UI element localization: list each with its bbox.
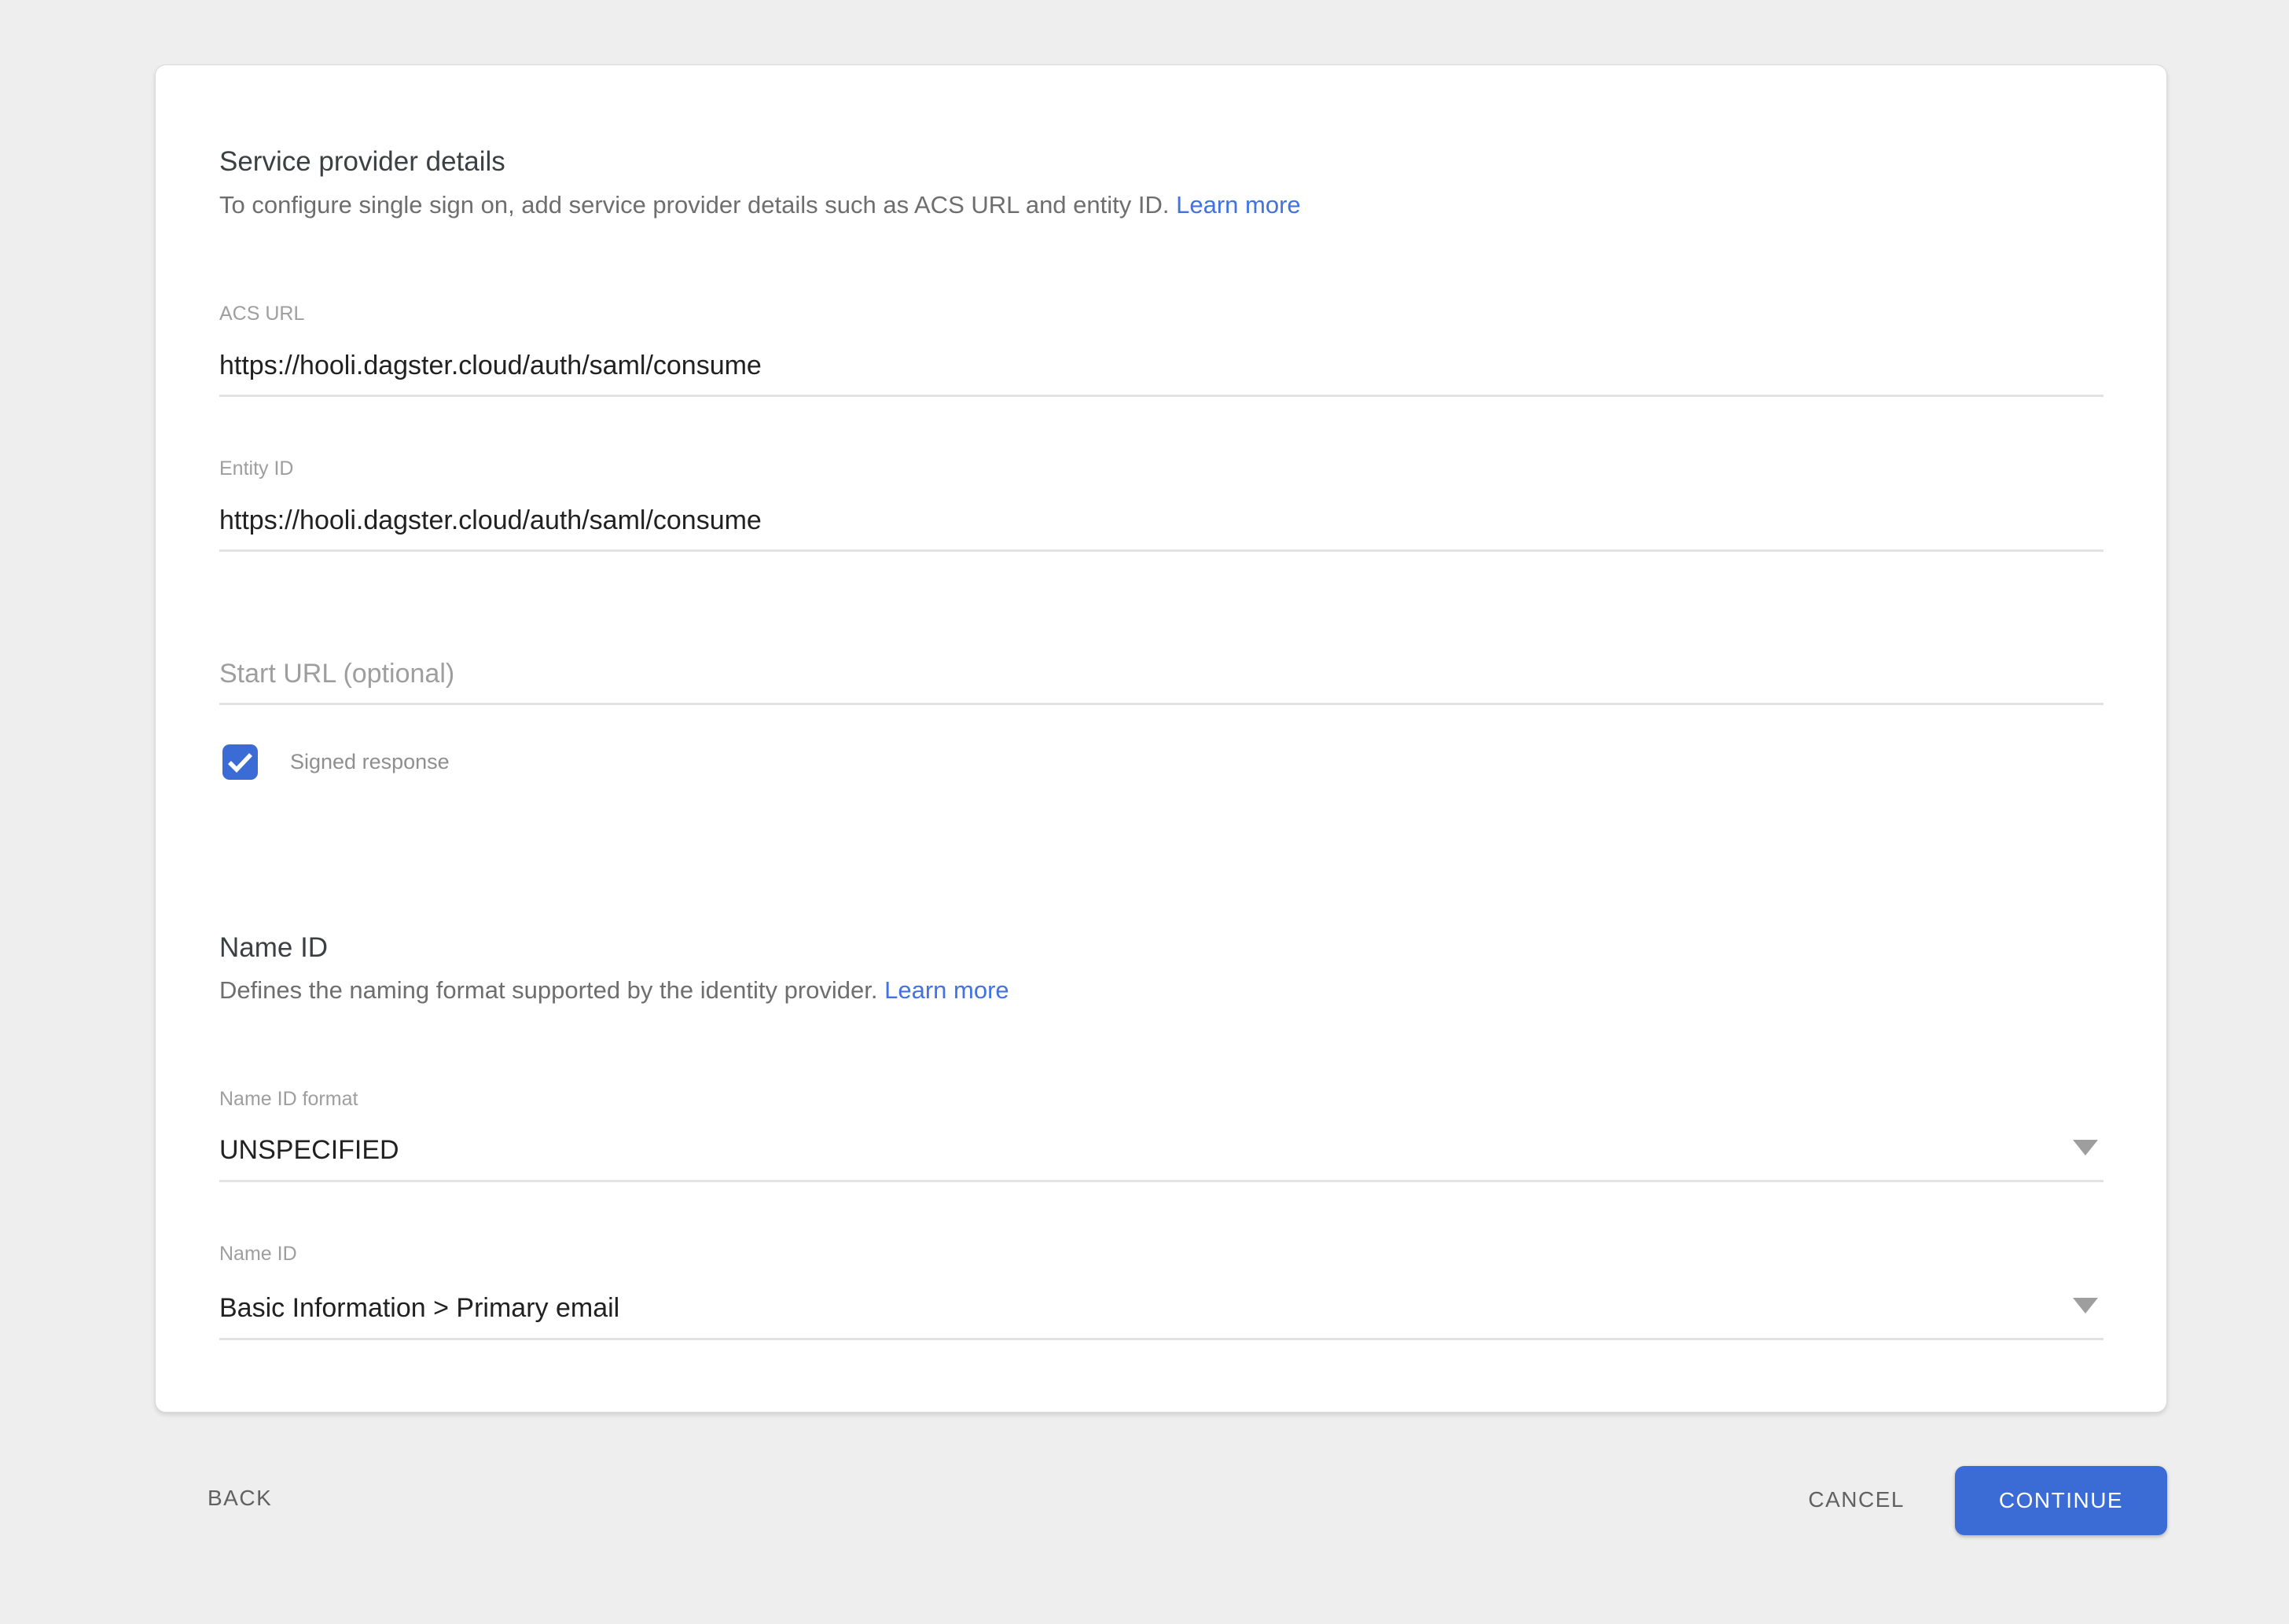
- start-url-input[interactable]: [219, 656, 2103, 705]
- entity-id-label: Entity ID: [219, 457, 293, 480]
- name-id-select[interactable]: Basic Information > Primary email: [219, 1291, 2103, 1340]
- signed-response-checkbox[interactable]: [222, 744, 258, 780]
- chevron-down-icon: [2073, 1140, 2098, 1156]
- cancel-button[interactable]: CANCEL: [1808, 1486, 1905, 1513]
- name-id-format-label: Name ID format: [219, 1087, 358, 1111]
- name-id-section-description: Defines the naming format supported by t…: [219, 974, 1009, 1007]
- sso-config-card: Service provider details To configure si…: [155, 64, 2167, 1413]
- acs-url-input[interactable]: [219, 348, 2103, 397]
- service-provider-learn-more-link[interactable]: Learn more: [1176, 191, 1301, 219]
- name-id-section-title: Name ID: [219, 931, 328, 964]
- page-background: Service provider details To configure si…: [0, 0, 2289, 1624]
- name-id-format-value: UNSPECIFIED: [219, 1135, 399, 1165]
- continue-button[interactable]: CONTINUE: [1955, 1466, 2167, 1535]
- signed-response-label: Signed response: [290, 750, 450, 774]
- name-id-value: Basic Information > Primary email: [219, 1293, 619, 1323]
- signed-response-row: Signed response: [222, 744, 450, 780]
- service-provider-description-text: To configure single sign on, add service…: [219, 191, 1170, 219]
- name-id-learn-more-link[interactable]: Learn more: [884, 976, 1009, 1004]
- chevron-down-icon: [2073, 1298, 2098, 1314]
- name-id-format-select[interactable]: UNSPECIFIED: [219, 1133, 2103, 1182]
- entity-id-input[interactable]: [219, 503, 2103, 552]
- back-button[interactable]: BACK: [208, 1485, 272, 1512]
- name-id-label: Name ID: [219, 1242, 297, 1266]
- acs-url-label: ACS URL: [219, 302, 304, 325]
- service-provider-details-title: Service provider details: [219, 145, 505, 178]
- service-provider-description: To configure single sign on, add service…: [219, 189, 1301, 222]
- checkmark-icon: [227, 751, 253, 773]
- name-id-description-text: Defines the naming format supported by t…: [219, 976, 877, 1004]
